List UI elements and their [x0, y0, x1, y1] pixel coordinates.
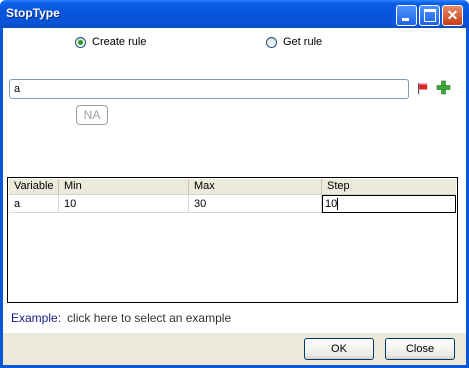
create-rule-label: Create rule — [92, 36, 147, 48]
dialog-body: Create rule Get rule a NA Variable Min M… — [3, 28, 466, 365]
column-header-variable[interactable]: Variable — [9, 179, 59, 194]
example-link[interactable]: click here to select an example — [67, 311, 231, 325]
cell-step-editor[interactable]: 10 — [322, 195, 456, 213]
text-caret — [337, 198, 339, 211]
minimize-icon — [402, 18, 409, 21]
close-icon: ✕ — [446, 7, 459, 23]
minimize-button[interactable] — [396, 5, 417, 26]
get-rule-radio[interactable]: Get rule — [266, 35, 322, 49]
close-button[interactable]: Close — [385, 338, 455, 360]
cell-min[interactable]: 10 — [59, 195, 189, 213]
get-rule-label: Get rule — [283, 36, 323, 48]
maximize-icon — [424, 9, 436, 22]
maximize-button[interactable] — [419, 5, 440, 26]
rule-grid[interactable]: Variable Min Max Step a 10 30 10 — [7, 177, 458, 303]
cell-variable[interactable]: a — [9, 195, 59, 213]
radio-checked-icon — [75, 36, 86, 48]
close-window-button[interactable]: ✕ — [442, 5, 463, 26]
column-header-max[interactable]: Max — [189, 179, 322, 194]
red-flag-icon[interactable] — [417, 82, 429, 94]
title-bar[interactable]: StopType ✕ — [0, 0, 469, 28]
window-title: StopType — [6, 6, 60, 20]
column-header-step[interactable]: Step — [322, 179, 456, 194]
create-rule-radio[interactable]: Create rule — [75, 35, 146, 49]
na-button[interactable]: NA — [76, 105, 108, 125]
column-header-min[interactable]: Min — [59, 179, 189, 194]
radio-unchecked-icon — [266, 36, 277, 48]
example-line: Example: click here to select an example — [11, 311, 231, 325]
green-plus-icon[interactable] — [436, 80, 451, 95]
rule-input[interactable]: a — [9, 79, 409, 99]
cell-max[interactable]: 30 — [189, 195, 322, 213]
example-label: Example: — [11, 311, 62, 325]
grid-header: Variable Min Max Step — [9, 179, 456, 195]
table-row[interactable]: a 10 30 10 — [9, 195, 456, 213]
ok-button[interactable]: OK — [304, 338, 374, 360]
stoptype-window: StopType ✕ Create rule Get rule a NA Var… — [0, 0, 469, 368]
cell-step-value: 10 — [325, 198, 338, 210]
